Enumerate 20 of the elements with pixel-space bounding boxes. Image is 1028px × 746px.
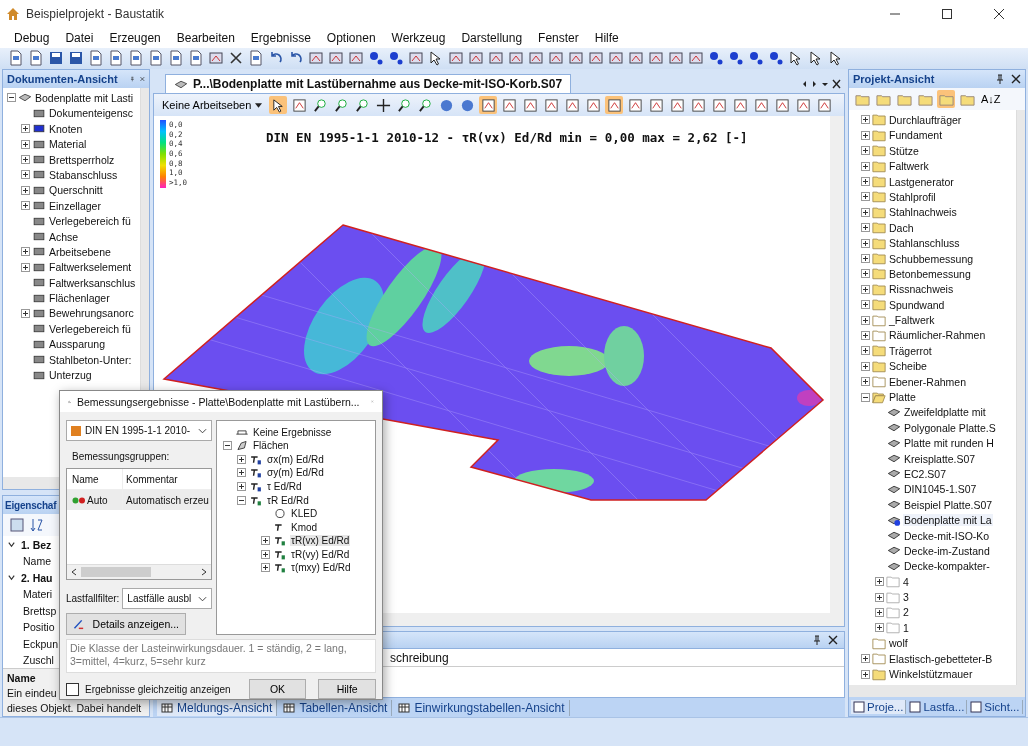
group-label: Bemessungsgruppen: <box>71 450 171 465</box>
property-label: Brettsp <box>23 604 57 617</box>
property-label: Zuschl <box>23 654 54 667</box>
panel-title: Dokumenten-Ansicht <box>7 73 118 86</box>
panel-title: Eigenschaf <box>5 499 57 511</box>
description-title: Name <box>7 672 36 685</box>
property-label: Positio <box>23 621 55 634</box>
property-label: Name <box>23 555 51 568</box>
dialog-title: Bemessungsergebnisse - Platte\Bodenplatte mit Lastübern... <box>77 395 360 408</box>
property-label: Eckpun <box>23 637 59 650</box>
property-label: 2. Hau <box>21 571 53 584</box>
result-heading: DIN EN 1995-1-1 2010-12 - τR(vx) Ed/Rd min = 0,00 max = 2,62 [-] <box>266 130 748 146</box>
window-title: Beispielprojekt - Baustatik <box>26 6 165 21</box>
filter-label: Lastfallfilter: <box>66 593 120 605</box>
description-text: Ein eindeu <box>7 687 57 700</box>
description-text: dieses Objekt. Dabei handelt <box>7 702 142 715</box>
property-label: 1. Bez <box>21 538 52 551</box>
description-text: Die Klasse der Lasteinwirkungsdauer. 1 = ständig, 2 = lang, 3=mittel, 4=kurz, 5=sehr kurz <box>66 639 376 673</box>
property-label: Materi <box>23 588 53 601</box>
panel-title: Projekt-Ansicht <box>853 73 935 86</box>
